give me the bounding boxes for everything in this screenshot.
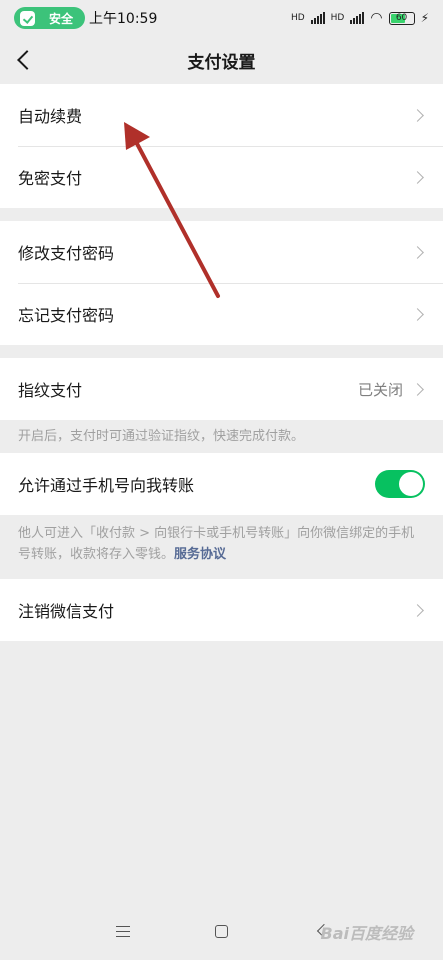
settings-group-close: 注销微信支付 [0,579,443,641]
settings-group-fingerprint: 指纹支付 已关闭 [0,358,443,420]
forgot-password-item[interactable]: 忘记支付密码 [0,283,443,345]
service-agreement-link[interactable]: 服务协议 [174,547,226,562]
chevron-right-icon [413,308,425,320]
change-password-label: 修改支付密码 [18,244,115,263]
safety-label: 安全 [49,11,74,26]
password-free-item[interactable]: 免密支付 [0,146,443,208]
close-wechat-pay-label: 注销微信支付 [18,602,115,621]
chevron-right-icon [413,383,425,395]
network-label-1: HD [290,13,305,23]
password-free-label: 免密支付 [18,169,83,188]
shield-check-icon [20,10,35,26]
change-password-item[interactable]: 修改支付密码 [0,221,443,283]
signal-icon [310,12,325,24]
close-wechat-pay-item[interactable]: 注销微信支付 [0,579,443,641]
fingerprint-pay-item[interactable]: 指纹支付 已关闭 [0,358,443,420]
status-time: 上午10:59 [89,11,158,27]
battery-level: 60 [395,12,408,23]
signal-icon [350,12,365,24]
settings-group-password: 修改支付密码 忘记支付密码 [0,221,443,345]
status-bar: 安全 上午10:59 HD HD ◠ 60 ⚡ [0,0,443,36]
fingerprint-hint: 开启后，支付时可通过验证指纹，快速完成付款。 [18,429,305,444]
charging-icon: ⚡ [420,11,429,25]
forgot-password-label: 忘记支付密码 [18,306,115,325]
toggle-knob [399,472,423,496]
phone-transfer-item: 允许通过手机号向我转账 [0,453,443,515]
fingerprint-pay-label: 指纹支付 [18,381,83,400]
battery-icon: 60 [388,11,415,25]
chevron-right-icon [413,109,425,121]
chevron-right-icon [413,604,425,616]
chevron-right-icon [413,246,425,258]
home-square-icon[interactable] [215,925,228,938]
fingerprint-pay-status: 已关闭 [357,380,403,399]
phone-transfer-toggle[interactable] [375,470,425,498]
menu-icon[interactable] [116,926,130,937]
watermark: Bai百度经验 [320,924,413,943]
settings-group-renew: 自动续费 免密支付 [0,84,443,208]
chevron-right-icon [413,171,425,183]
status-icons: HD HD ◠ 60 ⚡ [291,10,429,26]
settings-group-transfer: 允许通过手机号向我转账 [0,453,443,515]
safety-badge[interactable]: 安全 [14,7,86,29]
network-label-2: HD [330,13,345,23]
phone-transfer-label: 允许通过手机号向我转账 [18,476,195,495]
system-nav-bar: Bai百度经验 [0,904,443,960]
wifi-icon: ◠ [370,10,383,26]
auto-renew-label: 自动续费 [18,107,83,126]
title-bar: 支付设置 [0,36,443,84]
auto-renew-item[interactable]: 自动续费 [0,84,443,146]
back-icon[interactable] [12,46,40,74]
page-title: 支付设置 [187,52,256,73]
phone-transfer-hint: 他人可进入「收付款 > 向银行卡或手机号转账」向你微信绑定的手机号转账，收款将存… [0,515,443,579]
